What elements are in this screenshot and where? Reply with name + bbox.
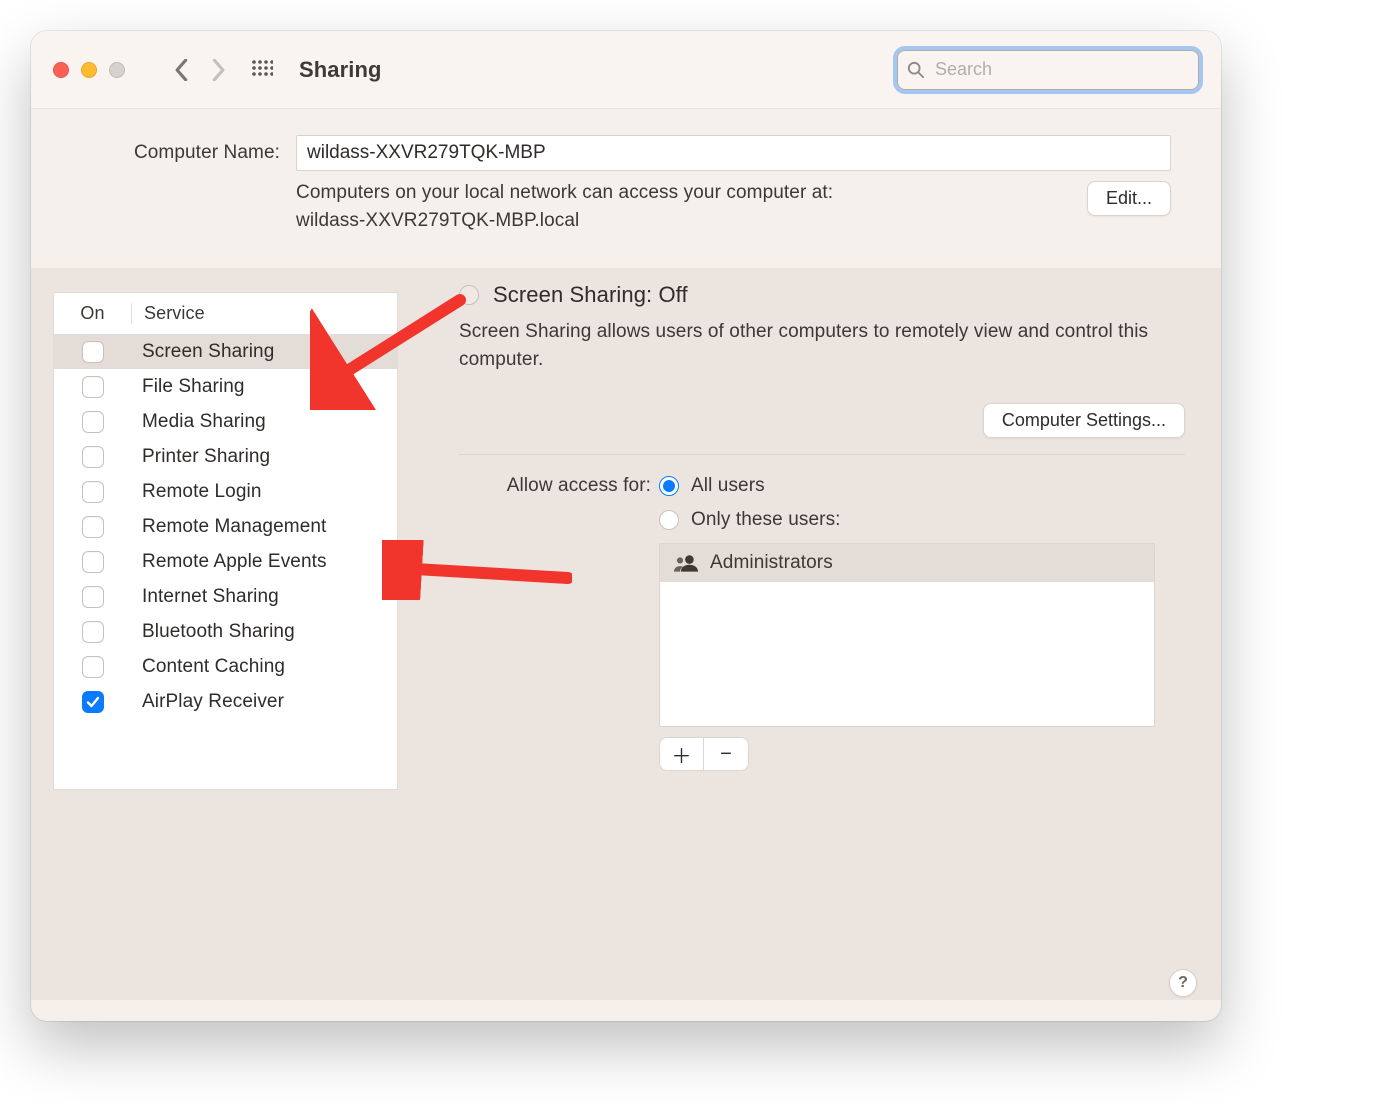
- access-all-users-row[interactable]: All users: [659, 475, 1185, 497]
- service-toggle[interactable]: [82, 411, 104, 433]
- close-window-button[interactable]: [53, 62, 69, 78]
- service-toggle[interactable]: [82, 341, 104, 363]
- computer-name-section: Computer Name: Computers on your local n…: [31, 109, 1221, 268]
- service-toggle[interactable]: [82, 376, 104, 398]
- access-only-users-row[interactable]: Only these users:: [659, 509, 1185, 531]
- computer-name-input[interactable]: [296, 135, 1171, 171]
- service-toggle[interactable]: [82, 656, 104, 678]
- service-label: Printer Sharing: [132, 446, 397, 468]
- service-list: On Service Screen Sharing File Sharing Med…: [53, 292, 398, 790]
- preferences-window: Sharing Computer Name: Computers on your…: [31, 31, 1221, 1021]
- service-enabled-indicator[interactable]: [459, 285, 479, 305]
- service-row[interactable]: Remote Management: [54, 509, 397, 544]
- zoom-window-button[interactable]: [109, 62, 125, 78]
- service-row[interactable]: Screen Sharing: [54, 334, 397, 369]
- service-label: Media Sharing: [132, 411, 397, 433]
- service-toggle[interactable]: [82, 691, 104, 713]
- search-field-wrap[interactable]: [897, 50, 1199, 90]
- service-row[interactable]: Media Sharing: [54, 404, 397, 439]
- pane-title: Sharing: [299, 57, 382, 83]
- computer-name-label: Computer Name:: [81, 142, 286, 164]
- service-label: File Sharing: [132, 376, 397, 398]
- edit-hostname-button[interactable]: Edit...: [1087, 181, 1171, 216]
- toolbar: Sharing: [31, 31, 1221, 109]
- service-row[interactable]: File Sharing: [54, 369, 397, 404]
- help-button[interactable]: ?: [1169, 969, 1197, 997]
- service-label: AirPlay Receiver: [132, 691, 397, 713]
- service-label: Content Caching: [132, 656, 397, 678]
- service-row[interactable]: Printer Sharing: [54, 439, 397, 474]
- computer-hostname-text: Computers on your local network can acce…: [296, 179, 1063, 234]
- remove-user-button[interactable]: −: [704, 738, 748, 770]
- service-row[interactable]: Bluetooth Sharing: [54, 614, 397, 649]
- service-label: Remote Apple Events: [132, 551, 397, 573]
- nav-back-button[interactable]: [165, 53, 199, 87]
- user-row[interactable]: Administrators: [660, 544, 1154, 582]
- column-on: On: [54, 303, 132, 324]
- service-row[interactable]: Remote Login: [54, 474, 397, 509]
- show-all-prefs-button[interactable]: [245, 53, 279, 87]
- service-detail-heading: Screen Sharing: Off: [493, 282, 688, 308]
- service-detail-description: Screen Sharing allows users of other com…: [459, 318, 1185, 373]
- service-list-header: On Service: [54, 293, 397, 334]
- computer-settings-button[interactable]: Computer Settings...: [983, 403, 1185, 438]
- main-area: On Service Screen Sharing File Sharing Med…: [31, 268, 1221, 1000]
- service-row[interactable]: Content Caching: [54, 649, 397, 684]
- service-toggle[interactable]: [82, 586, 104, 608]
- window-controls: [53, 62, 125, 78]
- user-list-controls: ＋ −: [659, 737, 749, 771]
- service-row[interactable]: AirPlay Receiver: [54, 684, 397, 719]
- service-toggle[interactable]: [82, 551, 104, 573]
- service-row[interactable]: Remote Apple Events: [54, 544, 397, 579]
- user-row-label: Administrators: [710, 552, 833, 574]
- radio-all-users[interactable]: [659, 476, 679, 496]
- radio-only-these-users-label: Only these users:: [691, 509, 841, 531]
- radio-only-these-users[interactable]: [659, 510, 679, 530]
- search-input[interactable]: [933, 58, 1189, 81]
- radio-all-users-label: All users: [691, 475, 765, 497]
- service-row[interactable]: Internet Sharing: [54, 579, 397, 614]
- service-detail: Screen Sharing: Off Screen Sharing allow…: [449, 268, 1185, 970]
- allow-access-label: Allow access for:: [459, 475, 659, 497]
- service-label: Bluetooth Sharing: [132, 621, 397, 643]
- search-icon: [907, 61, 925, 79]
- service-label: Remote Login: [132, 481, 397, 503]
- add-user-button[interactable]: ＋: [660, 738, 704, 770]
- nav-forward-button[interactable]: [201, 53, 235, 87]
- allowed-users-list[interactable]: Administrators: [659, 543, 1155, 727]
- service-label: Remote Management: [132, 516, 397, 538]
- service-toggle[interactable]: [82, 516, 104, 538]
- service-label: Screen Sharing: [132, 341, 397, 363]
- group-icon: [674, 553, 698, 573]
- service-label: Internet Sharing: [132, 586, 397, 608]
- service-toggle[interactable]: [82, 621, 104, 643]
- minimize-window-button[interactable]: [81, 62, 97, 78]
- service-toggle[interactable]: [82, 446, 104, 468]
- service-toggle[interactable]: [82, 481, 104, 503]
- column-service: Service: [132, 303, 397, 324]
